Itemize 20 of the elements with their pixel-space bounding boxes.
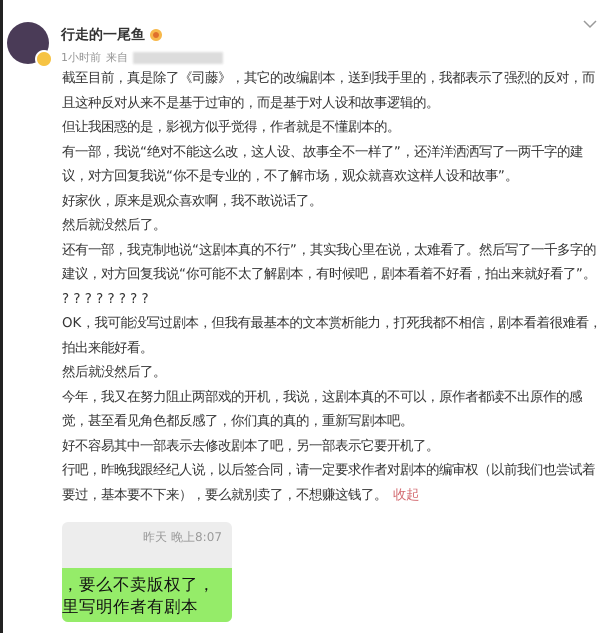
chat-timestamp: 昨天 晚上8:07 — [142, 529, 223, 546]
post-paragraph: 截至目前，真是除了《司藤》，其它的改编剧本，送到我手里的，我都表示了强烈的反对，而且这种反对从来不是基于过审的，而是基于对人设和故事逻辑的。 — [62, 70, 596, 112]
post-paragraph: 还有一部，我克制地说“这剧本真的不行”，其实我心里在说，太难看了。然后写了一千多字的建议，对方回复我说“你可能不太了解剧本，有时候吧，剧本看着不好看，拍出来就好看了”。 — [62, 242, 597, 284]
medal-icon — [149, 28, 163, 42]
post-paragraph: 然后就没然后了。 — [62, 217, 167, 235]
post-paragraph: 有一部，我说“绝对不能这么改，这人设、故事全不一样了”，还洋洋洒洒写了一两千字的建议，对方回复我说“你不是专业的，不了解市场，观众就喜欢这样人设和故事”。 — [62, 144, 584, 186]
post-paragraph: 今年，我又在努力阻止两部戏的开机，我说，这剧本真的不可以，原作者都读不出原作的感觉，甚至看见角色都反感了，你们真的真的，重新写剧本吧。 — [62, 388, 584, 431]
post-paragraph: OK，我可能没写过剧本，但我有最基本的文本赏析能力，打死我都不相信，剧本看着很难看，拍出来能好看。 — [62, 314, 602, 358]
source-label: 来自 — [106, 50, 128, 65]
post-paragraph: ? ? ? ? ? ? ? ? — [62, 290, 150, 308]
post-paragraph: 行吧，昨晚我跟经纪人说，以后签合同，请一定要求作者对剧本的编审权（以前我们也尝试着要过，基本要不下来），要么就别卖了，不想赚这钱了。 收起 — [62, 462, 596, 504]
chat-message-line: ，要么不卖版权了， — [62, 574, 216, 596]
chat-message-line: 里写明作者有剧本 — [62, 596, 199, 618]
post-time: 1小时前 — [61, 50, 101, 65]
post-paragraph: 好家伙，原来是观众喜欢啊，我不敢说话了。 — [62, 192, 323, 210]
username[interactable]: 行走的一尾鱼 — [61, 26, 145, 44]
post-paragraph: 但让我困惑的是，影视方似乎觉得，作者就是不懂剧本的。 — [62, 118, 401, 137]
post-paragraph: 然后就没然后了。 — [62, 364, 167, 382]
chevron-down-icon[interactable] — [583, 20, 597, 29]
post-paragraph: 好不容易其中一部表示去修改剧本了吧，另一部表示它要开机了。 — [62, 438, 440, 456]
